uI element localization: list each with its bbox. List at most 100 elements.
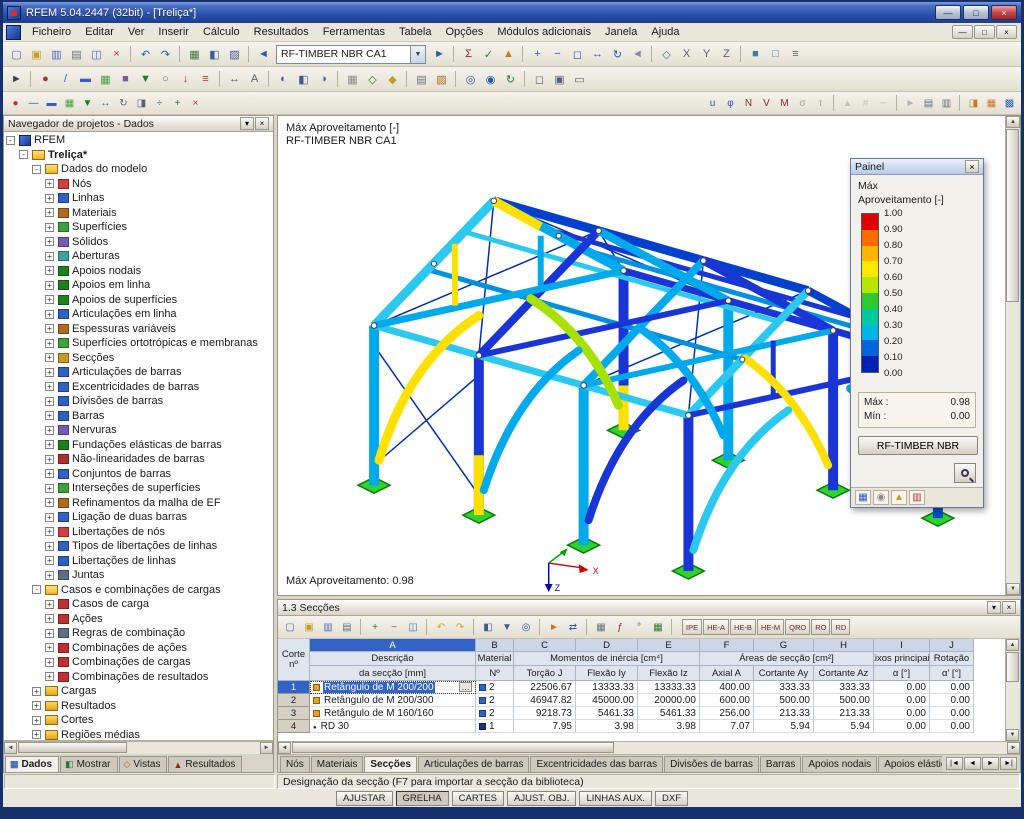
section-description-cell[interactable]: Retângulo de M 160/160 … xyxy=(310,707,476,720)
toolbar-icon[interactable]: ▦ xyxy=(185,45,204,64)
toolbar-icon[interactable]: ◑ xyxy=(314,70,333,89)
menu-item[interactable]: Tabela xyxy=(392,24,438,40)
material-cell[interactable]: 2 xyxy=(476,681,514,694)
tree-expander[interactable]: + xyxy=(45,281,54,290)
status-toggle-button[interactable]: AJUST. OBJ. xyxy=(507,790,577,806)
tree-item[interactable]: + Sólidos xyxy=(4,235,273,250)
column-letter[interactable]: E xyxy=(638,639,700,652)
table-tab[interactable]: Materiais xyxy=(310,756,364,772)
status-toggle-button[interactable]: GRELHA xyxy=(395,790,449,806)
tree-expander[interactable]: + xyxy=(45,542,54,551)
tree-item[interactable]: + Interseções de superfícies xyxy=(4,481,273,496)
axial-a-cell[interactable]: 7.07 xyxy=(700,720,754,733)
menu-item[interactable]: Módulos adicionais xyxy=(490,24,598,40)
close-icon[interactable]: × xyxy=(1002,601,1016,614)
tree-item[interactable]: + Articulações em linha xyxy=(4,307,273,322)
toolbar-icon[interactable]: ▼ xyxy=(136,70,155,89)
tree-item[interactable]: + Tipos de libertações de linhas xyxy=(4,539,273,554)
scroll-thumb[interactable] xyxy=(18,742,128,753)
tree-expander[interactable]: + xyxy=(45,672,54,682)
tree-expander[interactable]: + xyxy=(45,368,54,377)
tree-expander[interactable]: + xyxy=(45,353,54,363)
section-description-cell[interactable]: RD 30 … xyxy=(310,720,476,733)
scroll-up-icon[interactable]: ▲ xyxy=(1006,639,1019,651)
tree-item[interactable]: + Ligação de duas barras xyxy=(4,510,273,525)
menu-item[interactable]: Ferramentas xyxy=(316,24,392,40)
tree-item[interactable]: + Libertações de nós xyxy=(4,525,273,540)
tree-item[interactable]: + Divisões de barras xyxy=(4,394,273,409)
mdi-control-button[interactable]: × xyxy=(996,25,1017,39)
maximize-button[interactable]: □ xyxy=(963,5,989,20)
tree-expander[interactable]: + xyxy=(45,629,54,638)
flexao-iy-cell[interactable]: 45000.00 xyxy=(576,694,638,707)
tree-expander[interactable]: + xyxy=(45,455,54,464)
tree-expander[interactable]: + xyxy=(45,440,54,450)
section-type-button[interactable]: HE-A xyxy=(703,619,730,635)
toolbar-icon[interactable]: ◨ xyxy=(133,95,150,112)
toolbar-icon[interactable]: □ xyxy=(766,45,785,64)
toolbar-icon[interactable]: ▢ xyxy=(281,618,299,636)
toolbar-icon[interactable]: ▦ xyxy=(343,70,362,89)
toolbar-icon[interactable]: Y xyxy=(697,45,716,64)
table-hscrollbar[interactable]: ◄ ► xyxy=(278,741,1020,754)
mdi-control-button[interactable]: □ xyxy=(974,25,995,39)
table-tab[interactable]: Secções xyxy=(364,756,417,772)
toolbar-icon[interactable]: ◄ xyxy=(628,45,647,64)
load-case-selector[interactable]: RF-TIMBER NBR CA1 ▼ xyxy=(276,44,426,64)
toolbar-icon[interactable]: ▥ xyxy=(938,95,955,112)
toolbar-icon[interactable]: + xyxy=(528,45,547,64)
toolbar-icon[interactable]: ↷ xyxy=(451,618,469,636)
tree-expander[interactable]: + xyxy=(45,513,54,522)
toolbar-icon[interactable]: ○ xyxy=(156,70,175,89)
axial-a-cell[interactable]: 600.00 xyxy=(700,694,754,707)
toolbar-icon[interactable]: ● xyxy=(36,70,55,89)
column-letter[interactable]: G xyxy=(754,639,814,652)
toolbar-icon[interactable]: ▤ xyxy=(338,618,356,636)
tree-expander[interactable]: - xyxy=(32,165,41,174)
toolbar-icon[interactable]: ■ xyxy=(116,70,135,89)
alpha-cell[interactable]: 0.00 xyxy=(874,694,930,707)
alpha-prime-cell[interactable]: 0.00 xyxy=(930,720,974,733)
toolbar-icon[interactable]: ◨ xyxy=(965,95,982,112)
toolbar-icon[interactable]: ↓ xyxy=(176,70,195,89)
tree-expander[interactable]: + xyxy=(32,716,41,725)
toolbar-icon[interactable]: V xyxy=(758,95,775,112)
pin-icon[interactable]: ▾ xyxy=(987,601,1001,614)
scroll-thumb[interactable] xyxy=(1006,129,1019,302)
tree-item[interactable]: + Não-linearidades de barras xyxy=(4,452,273,467)
toolbar-icon[interactable]: ▦ xyxy=(96,70,115,89)
panel-title-bar[interactable]: Painel × xyxy=(851,159,983,175)
tree-expander[interactable]: + xyxy=(45,252,54,261)
navigator-tab[interactable]: ▦ Dados xyxy=(5,756,60,772)
toolbar-icon[interactable]: ▣ xyxy=(550,70,569,89)
toolbar-icon[interactable]: ◉ xyxy=(481,70,500,89)
menu-item[interactable]: Opções xyxy=(438,24,490,40)
tree-expander[interactable]: + xyxy=(45,469,54,479)
tree-item[interactable]: + Apoios em linha xyxy=(4,278,273,293)
magnifier-icon[interactable] xyxy=(954,463,976,483)
alpha-cell[interactable]: 0.00 xyxy=(874,720,930,733)
tree-item[interactable]: - Casos e combinações de cargas xyxy=(4,583,273,598)
toolbar-icon[interactable]: + xyxy=(169,95,186,112)
toolbar-icon[interactable]: − xyxy=(385,618,403,636)
toolbar-icon[interactable]: M xyxy=(776,95,793,112)
scroll-thumb[interactable] xyxy=(292,742,615,753)
tree-expander[interactable]: + xyxy=(45,310,54,319)
material-cell[interactable]: 2 xyxy=(476,694,514,707)
tree-expander[interactable]: + xyxy=(45,556,54,566)
toolbar-icon[interactable]: ◎ xyxy=(517,618,535,636)
tree-expander[interactable]: + xyxy=(32,730,41,740)
alpha-cell[interactable]: 0.00 xyxy=(874,707,930,720)
tree-expander[interactable]: + xyxy=(45,426,54,435)
toolbar-icon[interactable]: — xyxy=(25,95,42,112)
tree-item[interactable]: - Dados do modelo xyxy=(4,162,273,177)
tab-nav-button[interactable]: ◄ xyxy=(964,757,981,770)
toolbar-icon[interactable]: ÷ xyxy=(151,95,168,112)
model-3d-viewport[interactable]: X Z Máx Aproveitamento [-] RF-TIMBER NBR… xyxy=(277,115,1021,596)
section-type-button[interactable]: RO xyxy=(811,619,831,635)
toolbar-icon[interactable]: ► xyxy=(902,95,919,112)
menu-item[interactable]: Cálculo xyxy=(196,24,247,40)
tree-item[interactable]: + Apoios nodais xyxy=(4,264,273,279)
tree-item[interactable]: + Articulações de barras xyxy=(4,365,273,380)
toolbar-icon[interactable]: ↻ xyxy=(115,95,132,112)
